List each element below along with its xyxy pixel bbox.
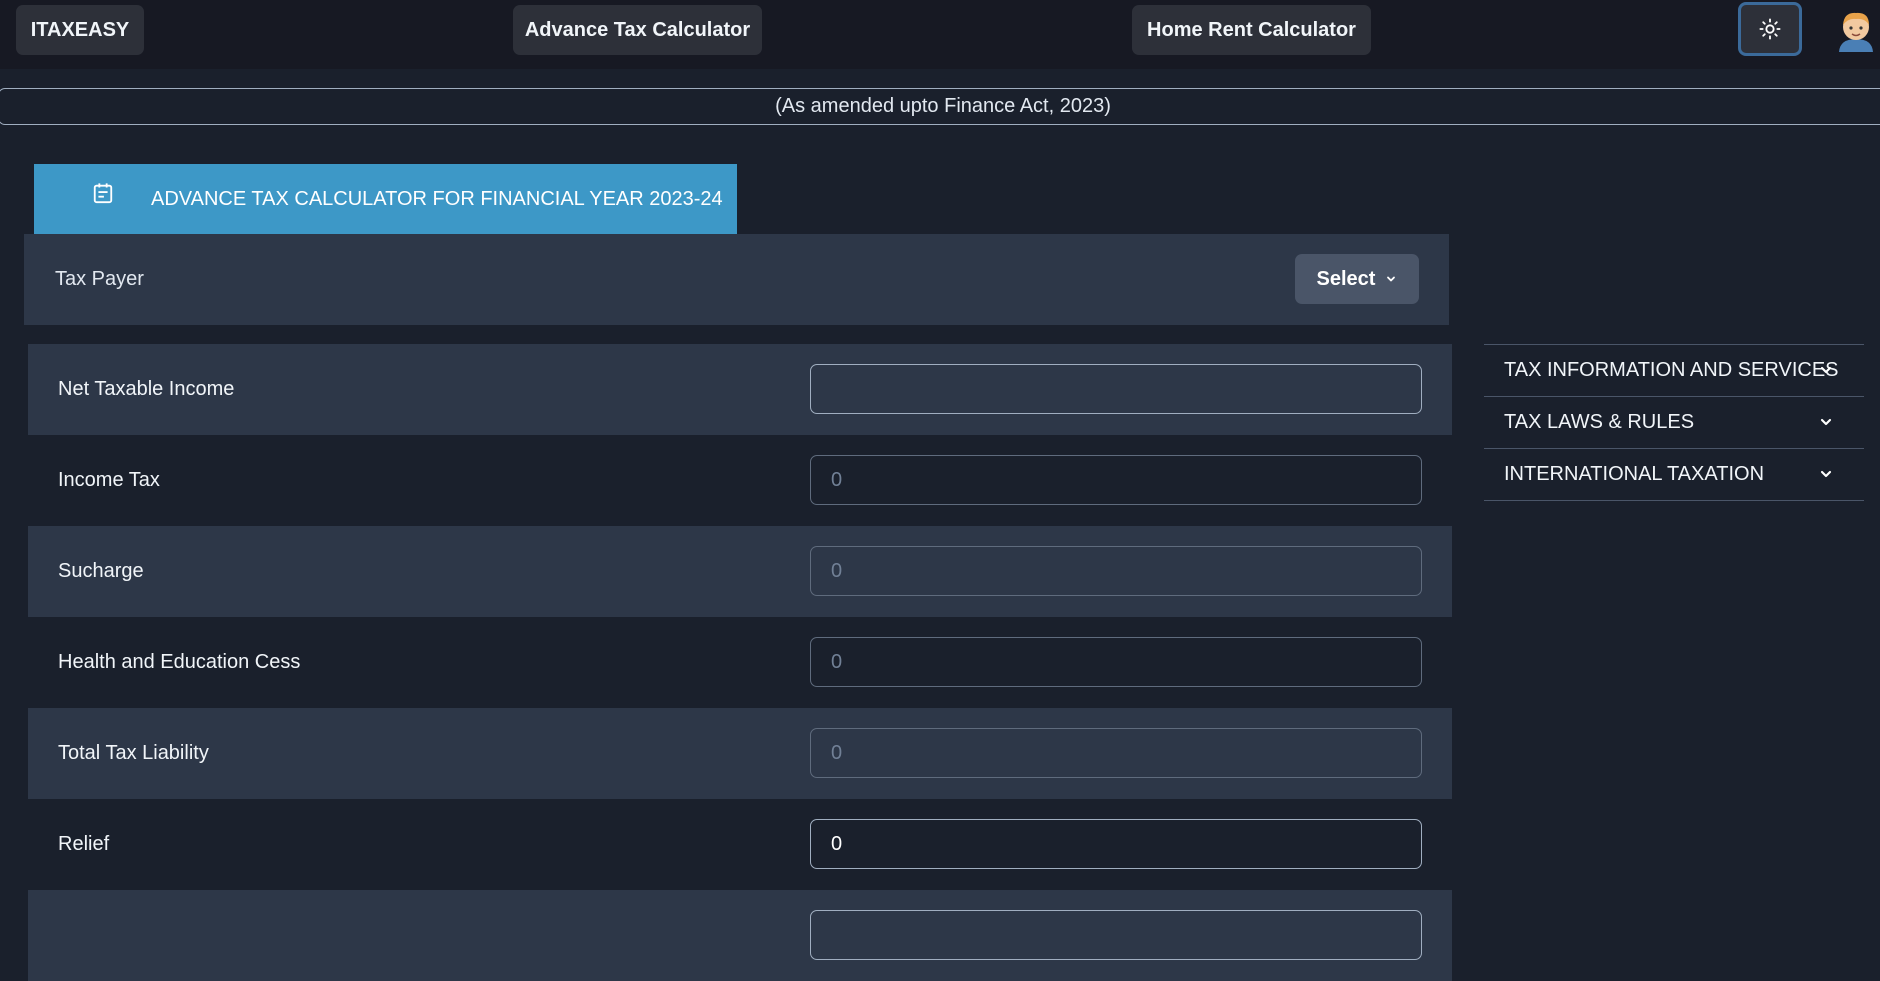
net-taxable-income-label: Net Taxable Income	[58, 378, 235, 400]
total-tax-liability-label: Total Tax Liability	[58, 742, 209, 764]
health-education-cess-label: Health and Education Cess	[58, 651, 301, 673]
relief-row: Relief	[28, 799, 1452, 890]
select-label: Select	[1316, 267, 1376, 290]
surcharge-row: Sucharge	[28, 526, 1452, 617]
calculator-tab-title: ADVANCE TAX CALCULATOR FOR FINANCIAL YEA…	[151, 188, 723, 210]
surcharge-input[interactable]	[810, 546, 1422, 596]
relief-input[interactable]	[810, 819, 1422, 869]
chevron-down-icon	[1387, 276, 1396, 282]
calculator-tab-header[interactable]: ADVANCE TAX CALCULATOR FOR FINANCIAL YEA…	[34, 164, 737, 234]
sidebar-item-label: TAX INFORMATION AND SERVICES	[1504, 359, 1839, 381]
sidebar-item-tax-laws[interactable]: TAX LAWS & RULES	[1484, 396, 1864, 448]
advance-tax-calculator-button[interactable]: Advance Tax Calculator	[513, 5, 762, 55]
surcharge-label: Sucharge	[58, 560, 144, 582]
income-tax-input[interactable]	[810, 455, 1422, 505]
theme-toggle-button[interactable]	[1738, 2, 1802, 56]
income-tax-label: Income Tax	[58, 469, 160, 491]
finance-act-notice: (As amended upto Finance Act, 2023)	[0, 88, 1880, 125]
sidebar-item-label: INTERNATIONAL TAXATION	[1504, 463, 1765, 485]
sidebar-item-international-taxation[interactable]: INTERNATIONAL TAXATION	[1484, 448, 1864, 501]
user-avatar[interactable]	[1836, 8, 1876, 52]
net-taxable-income-row: Net Taxable Income	[28, 344, 1452, 435]
sun-icon	[1759, 18, 1781, 40]
home-rent-calculator-button[interactable]: Home Rent Calculator	[1132, 5, 1371, 55]
health-education-cess-row: Health and Education Cess	[28, 617, 1452, 708]
top-navbar: ITAXEASY Advance Tax Calculator Home Ren…	[0, 0, 1880, 69]
calendar-icon	[92, 182, 114, 210]
sidebar-item-label: TAX LAWS & RULES	[1504, 411, 1695, 433]
tax-payer-row: Tax Payer Select	[24, 234, 1449, 325]
brand-button[interactable]: ITAXEASY	[16, 5, 144, 55]
net-taxable-income-input[interactable]	[810, 364, 1422, 414]
next-field-input[interactable]	[810, 910, 1422, 960]
income-tax-row: Income Tax	[28, 435, 1452, 526]
total-tax-liability-input[interactable]	[810, 728, 1422, 778]
total-tax-liability-row: Total Tax Liability	[28, 708, 1452, 799]
next-field-row	[28, 890, 1452, 981]
relief-label: Relief	[58, 833, 110, 855]
chevron-down-icon	[1820, 366, 1832, 374]
chevron-down-icon	[1820, 470, 1832, 478]
health-education-cess-input[interactable]	[810, 637, 1422, 687]
sidebar-item-tax-information[interactable]: TAX INFORMATION AND SERVICES	[1484, 344, 1864, 396]
tax-payer-select[interactable]: Select	[1295, 254, 1419, 304]
chevron-down-icon	[1820, 418, 1832, 426]
tax-payer-label: Tax Payer	[55, 268, 144, 290]
